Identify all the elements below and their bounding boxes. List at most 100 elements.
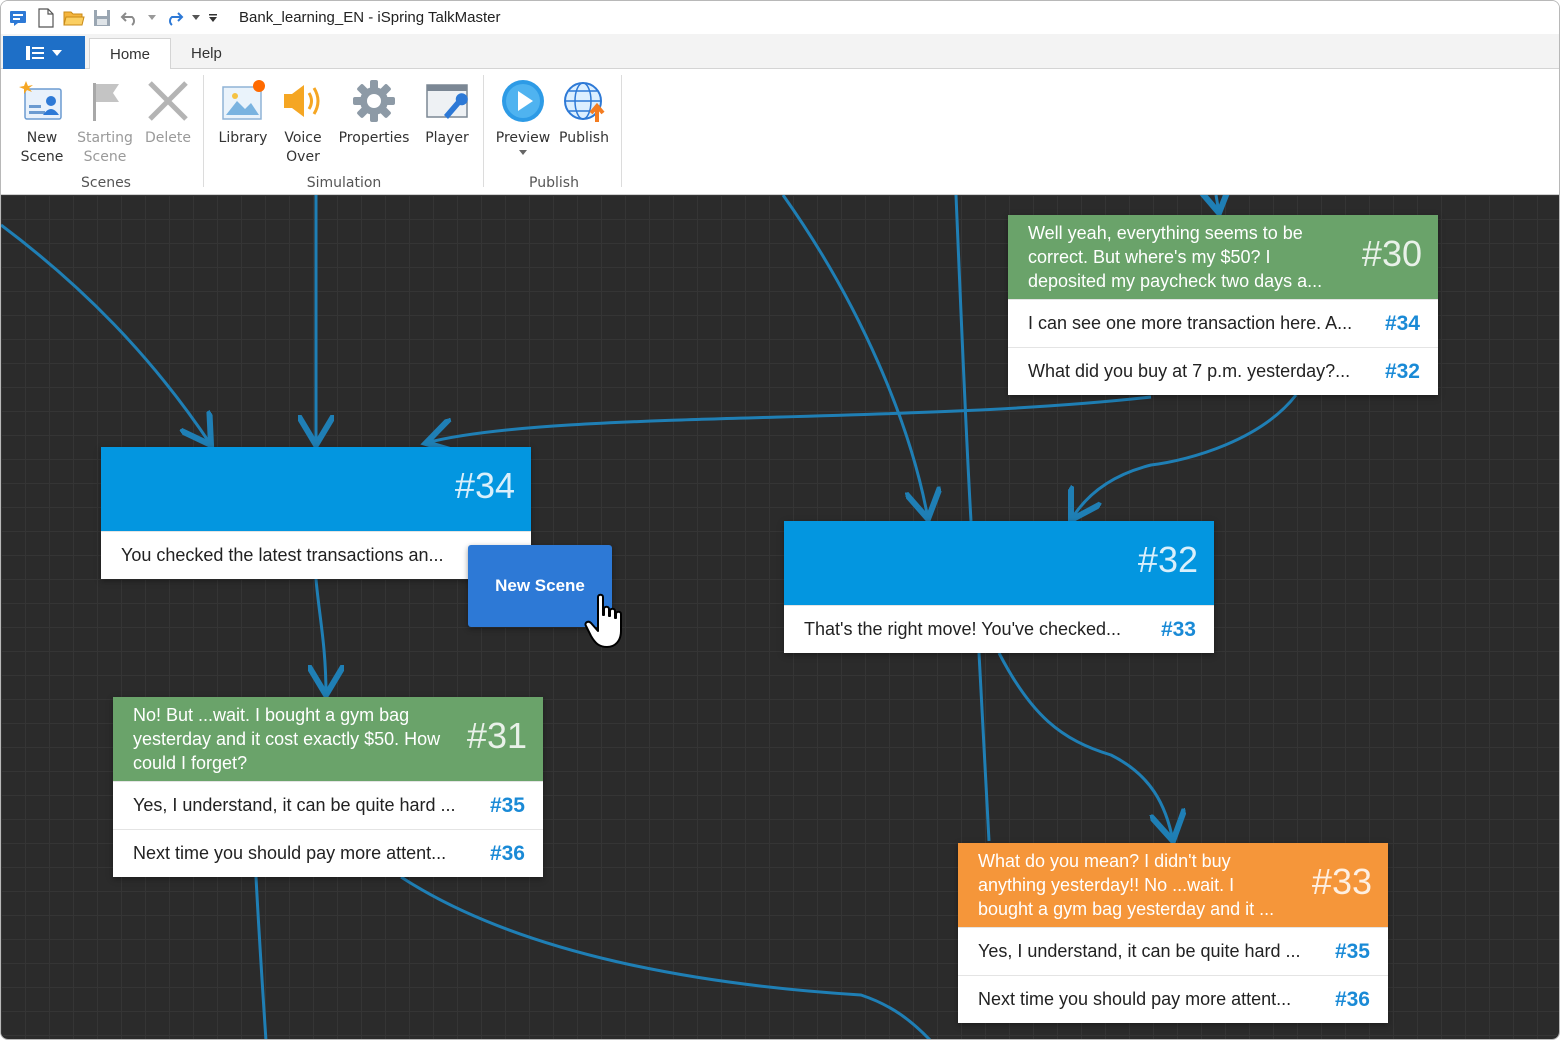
ribbon-panel: New Scene Starting Scene Delete Scenes L… — [1, 69, 1559, 195]
link-line — [254, 876, 268, 1039]
ribbon-tab-bar: Home Help — [1, 34, 1559, 70]
player-label: Player — [425, 130, 469, 146]
player-ribbon-button[interactable]: Player — [419, 77, 475, 148]
scene-message: Well yeah, everything seems to be correc… — [1028, 223, 1323, 291]
app-window: Bank_learning_EN - iSpring TalkMaster Ho… — [0, 0, 1560, 1040]
scene-message: No! But ...wait. I bought a gym bag yest… — [133, 705, 441, 773]
publish-label: Publish — [559, 130, 609, 146]
voice-over-label-line2: Over — [286, 149, 320, 165]
response-link[interactable]: #33 — [1150, 618, 1214, 642]
app-icon — [7, 7, 29, 29]
response-row[interactable]: I can see one more transaction here. A..… — [1008, 299, 1438, 347]
response-link[interactable]: #34 — [1374, 312, 1438, 336]
group-label-scenes: Scenes — [81, 175, 131, 191]
scene-number: #34 — [454, 465, 515, 506]
scene-message: What do you mean? I didn't buy anything … — [978, 851, 1275, 919]
starting-scene-label-line1: Starting — [77, 130, 133, 146]
library-image-icon — [219, 77, 267, 125]
properties-ribbon-button[interactable]: Properties — [333, 77, 415, 148]
customize-toolbar-icon[interactable] — [207, 7, 219, 29]
file-menu-button[interactable] — [3, 36, 85, 69]
response-text: What did you buy at 7 p.m. yesterday?... — [1028, 361, 1351, 381]
response-row[interactable]: Next time you should pay more attent... … — [113, 829, 543, 877]
scene-card-34[interactable]: #34 You checked the latest transactions … — [101, 447, 531, 579]
response-row[interactable]: Yes, I understand, it can be quite hard … — [958, 927, 1388, 975]
title-bar: Bank_learning_EN - iSpring TalkMaster — [1, 1, 1559, 34]
starting-scene-ribbon-button[interactable]: Starting Scene — [73, 77, 137, 167]
scene-number: #33 — [1311, 861, 1372, 902]
undo-icon[interactable] — [119, 7, 141, 29]
globe-publish-icon — [560, 77, 608, 125]
publish-ribbon-button[interactable]: Publish — [555, 77, 613, 148]
hand-cursor-icon — [584, 593, 622, 648]
scene-card-header: What do you mean? I didn't buy anything … — [958, 843, 1388, 927]
response-row[interactable]: You checked the latest transactions an..… — [101, 531, 531, 579]
scene-card-33[interactable]: What do you mean? I didn't buy anything … — [958, 843, 1388, 1023]
response-text: Yes, I understand, it can be quite hard … — [978, 941, 1301, 961]
group-separator — [483, 75, 484, 187]
new-scene-label-line1: New — [26, 130, 58, 146]
response-row[interactable]: That's the right move! You've checked...… — [784, 605, 1214, 653]
properties-label: Properties — [338, 130, 410, 146]
scene-card-32[interactable]: #32 That's the right move! You've checke… — [784, 521, 1214, 653]
link-line — [400, 875, 932, 1039]
link-line — [954, 195, 973, 522]
delete-ribbon-button[interactable]: Delete — [139, 77, 197, 148]
undo-dropdown-icon[interactable] — [147, 7, 157, 29]
response-text: Next time you should pay more attent... — [133, 843, 447, 863]
play-icon — [499, 77, 547, 125]
new-scene-icon — [18, 77, 66, 125]
response-row[interactable]: What did you buy at 7 p.m. yesterday?...… — [1008, 347, 1438, 395]
response-link[interactable]: #35 — [479, 794, 543, 818]
new-scene-ribbon-button[interactable]: New Scene — [15, 77, 69, 167]
quick-access-toolbar — [1, 1, 225, 34]
link-line — [781, 195, 928, 519]
preview-ribbon-button[interactable]: Preview — [493, 77, 553, 156]
scene-number: #32 — [1137, 539, 1198, 580]
response-text: Next time you should pay more attent... — [978, 989, 1292, 1009]
response-row[interactable]: Next time you should pay more attent... … — [958, 975, 1388, 1023]
response-text: That's the right move! You've checked... — [804, 619, 1122, 639]
group-label-simulation: Simulation — [306, 175, 382, 191]
response-link[interactable]: #36 — [479, 842, 543, 866]
scene-card-30[interactable]: Well yeah, everything seems to be correc… — [1008, 215, 1438, 395]
new-scene-label-line2: Scene — [20, 149, 64, 165]
scene-map-canvas[interactable]: Well yeah, everything seems to be correc… — [1, 195, 1559, 1039]
new-file-icon[interactable] — [35, 7, 57, 29]
scene-number: #30 — [1361, 233, 1422, 274]
group-separator — [203, 75, 204, 187]
scene-card-header: Well yeah, everything seems to be correc… — [1008, 215, 1438, 299]
response-text: You checked the latest transactions an..… — [121, 545, 444, 565]
gear-icon — [350, 77, 398, 125]
library-ribbon-button[interactable]: Library — [213, 77, 273, 148]
response-link[interactable]: #36 — [1324, 988, 1388, 1012]
menu-icon — [26, 45, 44, 60]
scene-number: #31 — [466, 715, 527, 756]
speaker-icon — [279, 77, 327, 125]
response-link[interactable]: #35 — [1324, 940, 1388, 964]
voice-over-label-line1: Voice — [284, 130, 322, 146]
link-line — [997, 652, 1173, 841]
chevron-down-icon — [519, 150, 527, 155]
redo-dropdown-icon[interactable] — [191, 7, 201, 29]
scene-card-31[interactable]: No! But ...wait. I bought a gym bag yest… — [113, 697, 543, 877]
link-line — [1, 223, 211, 445]
link-line — [1216, 195, 1219, 213]
chevron-down-icon — [52, 49, 62, 56]
starting-scene-label-line2: Scene — [83, 149, 127, 165]
response-row[interactable]: Yes, I understand, it can be quite hard … — [113, 781, 543, 829]
redo-icon[interactable] — [163, 7, 185, 29]
preview-label: Preview — [495, 130, 551, 146]
open-folder-icon[interactable] — [63, 7, 85, 29]
delete-x-icon — [144, 77, 192, 125]
voice-over-ribbon-button[interactable]: Voice Over — [277, 77, 329, 167]
group-label-publish: Publish — [529, 175, 579, 191]
flag-icon — [81, 77, 129, 125]
tab-home[interactable]: Home — [89, 38, 172, 70]
link-line — [1071, 394, 1298, 520]
save-icon[interactable] — [91, 7, 113, 29]
scene-card-header: #32 — [784, 521, 1214, 605]
delete-label: Delete — [145, 130, 191, 146]
tab-help[interactable]: Help — [171, 38, 242, 70]
response-link[interactable]: #32 — [1374, 360, 1438, 384]
